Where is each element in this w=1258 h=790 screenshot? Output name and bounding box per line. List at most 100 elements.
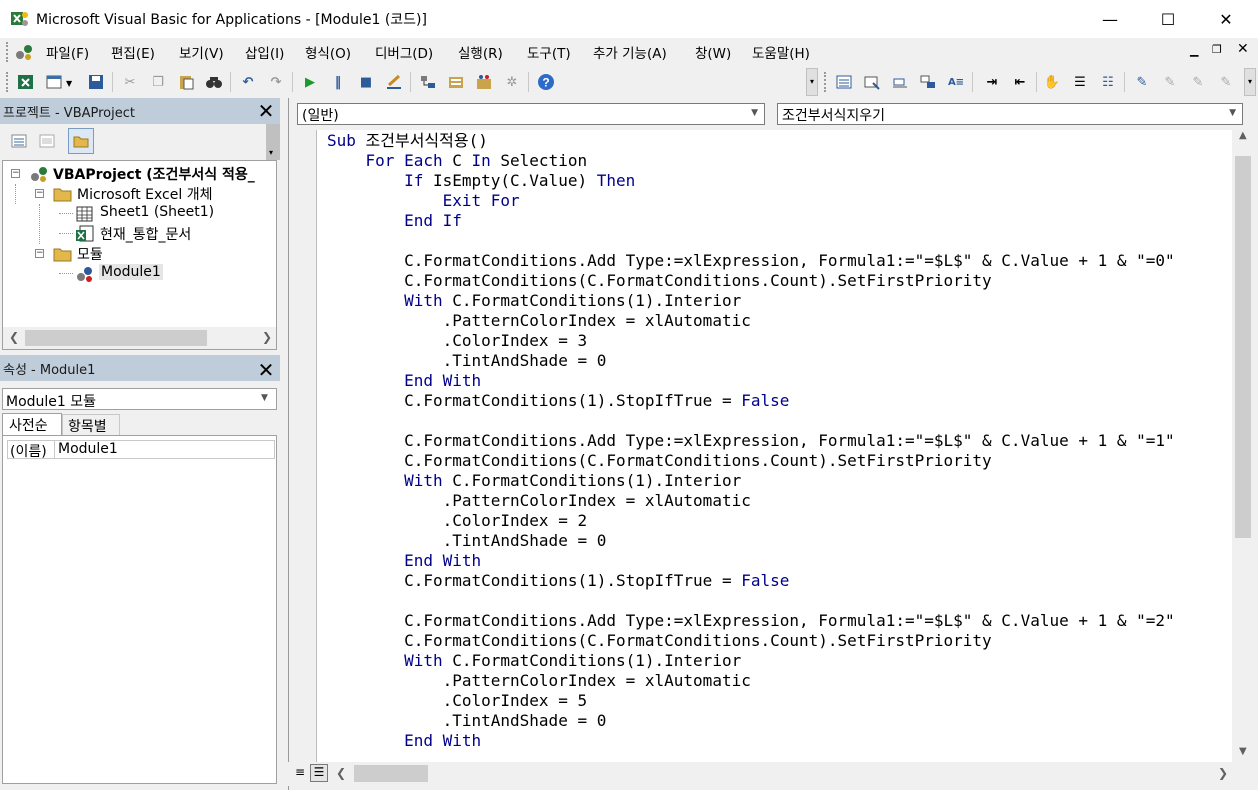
indent-icon[interactable]: ⇥ (982, 72, 1002, 92)
code-line[interactable]: With C.FormatConditions(1).Interior (327, 471, 1175, 491)
code-line[interactable]: End With (327, 371, 1175, 391)
code-line[interactable]: C.FormatConditions.Add Type:=xlExpressio… (327, 611, 1175, 631)
tab-alphabetic[interactable]: 사전순 (2, 413, 62, 435)
redo-icon[interactable]: ↷ (266, 72, 286, 92)
menu-view[interactable]: 보기(V) (177, 42, 226, 62)
chevron-down-icon[interactable]: ▼ (1229, 108, 1236, 118)
collapse-icon[interactable]: − (11, 169, 20, 178)
menu-addins[interactable]: 추가 기능(A) (591, 42, 669, 62)
code-line[interactable]: End With (327, 731, 1175, 751)
code-line[interactable]: With C.FormatConditions(1).Interior (327, 651, 1175, 671)
code-line[interactable]: C.FormatConditions(C.FormatConditions.Co… (327, 271, 1175, 291)
code-line[interactable]: C.FormatConditions.Add Type:=xlExpressio… (327, 431, 1175, 451)
menu-window[interactable]: 창(W) (693, 42, 733, 62)
tree-item-thisworkbook[interactable]: 현재_통합_문서 (3, 224, 273, 244)
code-text[interactable]: Sub 조건부서식적용() For Each C In Selection If… (327, 131, 1175, 751)
reset-icon[interactable]: ■ (356, 72, 376, 92)
margin-indicator-bar[interactable] (289, 130, 317, 762)
project-hscrollbar[interactable]: ❮ ❯ (3, 327, 276, 349)
scroll-right-icon[interactable]: ❯ (1218, 766, 1228, 780)
code-line[interactable]: For Each C In Selection (327, 151, 1175, 171)
tree-item-sheet1[interactable]: Sheet1 (Sheet1) (3, 204, 273, 224)
procedure-combo[interactable]: 조건부서식지우기 ▼ (777, 103, 1243, 125)
code-line[interactable]: .PatternColorIndex = xlAutomatic (327, 671, 1175, 691)
child-close-icon[interactable]: ✕ (1237, 41, 1249, 57)
scroll-up-icon[interactable]: ▲ (1239, 130, 1247, 141)
tree-item-module1[interactable]: Module1 (3, 264, 273, 284)
grip-handle-icon[interactable] (6, 42, 10, 62)
code-line[interactable]: C.FormatConditions(C.FormatConditions.Co… (327, 631, 1175, 651)
design-mode-icon[interactable] (384, 72, 404, 92)
previous-bookmark-icon[interactable]: ✎ (1188, 72, 1208, 92)
code-line[interactable] (327, 231, 1175, 251)
undo-icon[interactable]: ↶ (238, 72, 258, 92)
pane-scroll-icon[interactable]: ▾ (266, 124, 280, 160)
code-line[interactable]: .TintAndShade = 0 (327, 531, 1175, 551)
chevron-down-icon[interactable]: ▼ (261, 393, 268, 403)
collapse-icon[interactable]: − (35, 189, 44, 198)
quick-info-icon[interactable] (890, 72, 910, 92)
scroll-left-icon[interactable]: ❮ (9, 330, 19, 344)
code-line[interactable]: .ColorIndex = 5 (327, 691, 1175, 711)
full-module-view-icon[interactable]: ☰ (310, 764, 328, 782)
uncomment-block-icon[interactable]: ☷ (1098, 72, 1118, 92)
outdent-icon[interactable]: ⇤ (1010, 72, 1030, 92)
code-line[interactable]: Sub 조건부서식적용() (327, 131, 1175, 151)
code-line[interactable]: If IsEmpty(C.Value) Then (327, 171, 1175, 191)
toggle-breakpoint-icon[interactable]: ✋ (1042, 72, 1062, 92)
paste-icon[interactable] (176, 72, 196, 92)
menu-tools[interactable]: 도구(T) (525, 42, 573, 62)
code-line[interactable]: .ColorIndex = 2 (327, 511, 1175, 531)
code-vscrollbar[interactable]: ▲ ▼ (1233, 130, 1253, 762)
find-icon[interactable] (204, 72, 224, 92)
code-line[interactable]: C.FormatConditions(1).StopIfTrue = False (327, 391, 1175, 411)
code-line[interactable]: C.FormatConditions.Add Type:=xlExpressio… (327, 251, 1175, 271)
code-line[interactable]: C.FormatConditions(1).StopIfTrue = False (327, 571, 1175, 591)
toolbar-overflow-icon[interactable]: ▾ (806, 68, 818, 96)
chevron-down-icon[interactable]: ▼ (751, 108, 758, 118)
property-row[interactable]: (이름) Module1 (7, 440, 275, 460)
close-icon[interactable]: ✕ (255, 99, 277, 123)
toolbox-icon[interactable]: ✲ (502, 72, 522, 92)
procedure-view-icon[interactable]: ≡ (292, 765, 308, 781)
help-icon[interactable]: ? (536, 72, 556, 92)
view-code-icon[interactable] (10, 132, 28, 150)
minimize-button[interactable]: — (1080, 0, 1140, 38)
code-line[interactable]: C.FormatConditions(C.FormatConditions.Co… (327, 451, 1175, 471)
break-icon[interactable]: ‖ (328, 72, 348, 92)
complete-word-icon[interactable]: A≡ (946, 72, 966, 92)
code-line[interactable]: .PatternColorIndex = xlAutomatic (327, 311, 1175, 331)
code-editor[interactable]: Sub 조건부서식적용() For Each C In Selection If… (316, 130, 1232, 762)
clear-bookmarks-icon[interactable]: ✎ (1216, 72, 1236, 92)
tree-item-excel-objects[interactable]: − Microsoft Excel 개체 (3, 184, 273, 204)
menu-file[interactable]: 파일(F) (44, 42, 91, 62)
close-button[interactable]: ✕ (1196, 0, 1256, 38)
list-constants-icon[interactable] (862, 72, 882, 92)
scroll-thumb[interactable] (354, 765, 428, 782)
project-explorer-icon[interactable] (418, 72, 438, 92)
save-icon[interactable] (86, 72, 106, 92)
copy-icon[interactable]: ❐ (148, 72, 168, 92)
maximize-button[interactable]: ☐ (1138, 0, 1198, 38)
child-restore-icon[interactable]: ❐ (1212, 43, 1222, 56)
object-select[interactable]: Module1 모듈 ▼ (2, 388, 277, 410)
code-line[interactable]: Exit For (327, 191, 1175, 211)
scroll-down-icon[interactable]: ▼ (1239, 746, 1247, 757)
grip-handle-icon[interactable] (824, 72, 828, 92)
child-minimize-icon[interactable]: ▁ (1190, 44, 1198, 57)
close-icon[interactable]: ✕ (255, 358, 277, 382)
code-line[interactable]: .TintAndShade = 0 (327, 711, 1175, 731)
menu-format[interactable]: 형식(O) (303, 42, 353, 62)
code-line[interactable]: With C.FormatConditions(1).Interior (327, 291, 1175, 311)
excel-view-icon[interactable] (16, 72, 36, 92)
cut-icon[interactable]: ✂ (120, 72, 140, 92)
object-combo[interactable]: (일반) ▼ (297, 103, 765, 125)
menu-run[interactable]: 실행(R) (456, 42, 505, 62)
vba-menu-icon[interactable] (14, 42, 34, 62)
parameter-info-icon[interactable] (918, 72, 938, 92)
toggle-bookmark-icon[interactable]: ✎ (1132, 72, 1152, 92)
menu-insert[interactable]: 삽입(I) (243, 42, 286, 62)
comment-block-icon[interactable]: ☰ (1070, 72, 1090, 92)
grip-handle-icon[interactable] (6, 72, 10, 92)
code-line[interactable]: .ColorIndex = 3 (327, 331, 1175, 351)
